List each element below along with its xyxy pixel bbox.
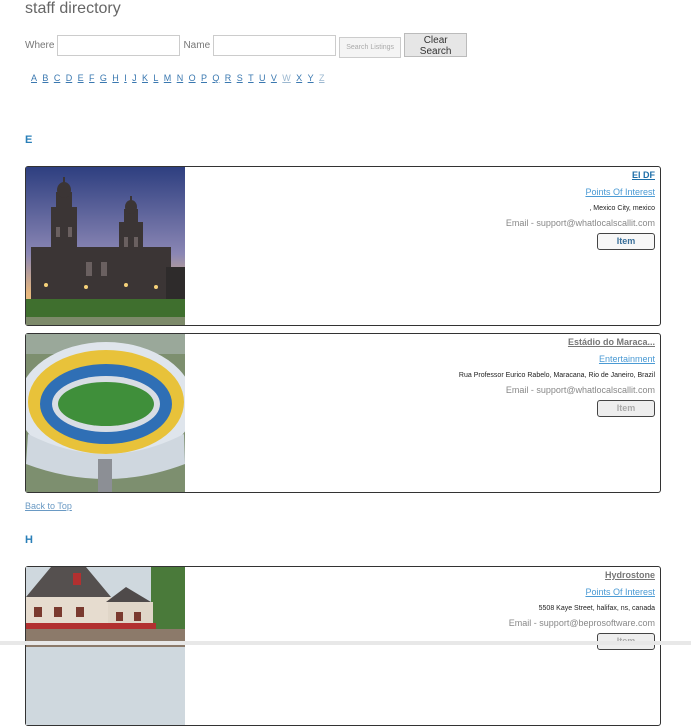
alpha-link-p[interactable]: P (201, 73, 207, 83)
alpha-link-v[interactable]: V (271, 73, 277, 83)
section-heading-e: E (25, 134, 33, 146)
alpha-link-e[interactable]: E (78, 73, 84, 83)
alpha-link-k[interactable]: K (142, 73, 148, 83)
search-bar: Where Name Search Listings Clear Search (25, 33, 468, 58)
listing-address: 5508 Kaye Street, halifax, ns, canada (538, 605, 655, 612)
listing-address: Rua Professor Eurico Rabelo, Maracana, R… (458, 372, 655, 379)
alpha-link-t[interactable]: T (248, 73, 254, 83)
name-input[interactable] (213, 34, 337, 56)
alpha-link-y[interactable]: Y (308, 73, 314, 83)
alpha-link-g[interactable]: G (100, 73, 107, 83)
alpha-link-z[interactable]: Z (319, 73, 325, 83)
listing-photo-houses[interactable] (26, 567, 185, 725)
listing-email: Email - support@whatlocalscallit.com (505, 385, 655, 395)
alpha-link-q[interactable]: Q (212, 73, 219, 83)
section-heading-h: H (25, 534, 33, 546)
alpha-link-x[interactable]: X (296, 73, 302, 83)
alpha-link-r[interactable]: R (225, 73, 232, 83)
listing-card: El DF Points Of Interest , Mexico City, … (25, 166, 661, 326)
where-input[interactable] (57, 34, 181, 56)
listing-card: Estádio do Maraca... Entertainment Rua P… (25, 333, 661, 493)
alpha-link-m[interactable]: M (164, 73, 172, 83)
listing-name-link[interactable]: Hydrostone (325, 568, 655, 584)
name-label: Name (183, 39, 211, 51)
listing-email: Email - support@beprosoftware.com (508, 618, 655, 628)
clear-search-button[interactable]: Clear Search (404, 33, 468, 57)
listing-info: Estádio do Maraca... Entertainment Rua P… (325, 335, 655, 417)
listing-info: El DF Points Of Interest , Mexico City, … (325, 168, 655, 250)
alpha-link-b[interactable]: B (42, 73, 48, 83)
bottom-scroll-edge (0, 641, 691, 645)
alpha-link-f[interactable]: F (89, 73, 95, 83)
alpha-link-d[interactable]: D (66, 73, 73, 83)
item-button[interactable]: Item (597, 233, 655, 250)
alpha-link-c[interactable]: C (54, 73, 61, 83)
listing-card: Hydrostone Points Of Interest 5508 Kaye … (25, 566, 661, 726)
page-title: staff directory (25, 0, 121, 17)
item-button[interactable]: Item (597, 400, 655, 417)
listing-address: , Mexico City, mexico (589, 205, 655, 212)
alpha-link-o[interactable]: O (189, 73, 196, 83)
alpha-link-s[interactable]: S (237, 73, 243, 83)
listing-email: Email - support@whatlocalscallit.com (505, 218, 655, 228)
alpha-link-w[interactable]: W (282, 73, 291, 83)
alpha-link-u[interactable]: U (259, 73, 266, 83)
alphabet-nav: A B C D E F G H I J K L M N O P Q R S T … (31, 73, 330, 83)
where-label: Where (25, 39, 55, 51)
listing-photo-cathedral[interactable] (26, 167, 185, 325)
alpha-link-j[interactable]: J (132, 73, 137, 83)
alpha-link-h[interactable]: H (112, 73, 119, 83)
listing-category-link[interactable]: Points Of Interest (325, 184, 655, 201)
listing-category-link[interactable]: Points Of Interest (325, 584, 655, 601)
alpha-link-a[interactable]: A (31, 73, 37, 83)
listing-info: Hydrostone Points Of Interest 5508 Kaye … (325, 568, 655, 650)
search-listings-button[interactable]: Search Listings (339, 36, 402, 58)
alpha-link-l[interactable]: L (153, 73, 158, 83)
listing-category-link[interactable]: Entertainment (325, 351, 655, 368)
listing-name-link[interactable]: Estádio do Maraca... (325, 335, 655, 351)
listing-photo-stadium[interactable] (26, 334, 185, 492)
alpha-link-n[interactable]: N (177, 73, 184, 83)
alpha-link-i[interactable]: I (124, 73, 127, 83)
back-to-top-link[interactable]: Back to Top (25, 501, 72, 511)
listing-name-link[interactable]: El DF (325, 168, 655, 184)
